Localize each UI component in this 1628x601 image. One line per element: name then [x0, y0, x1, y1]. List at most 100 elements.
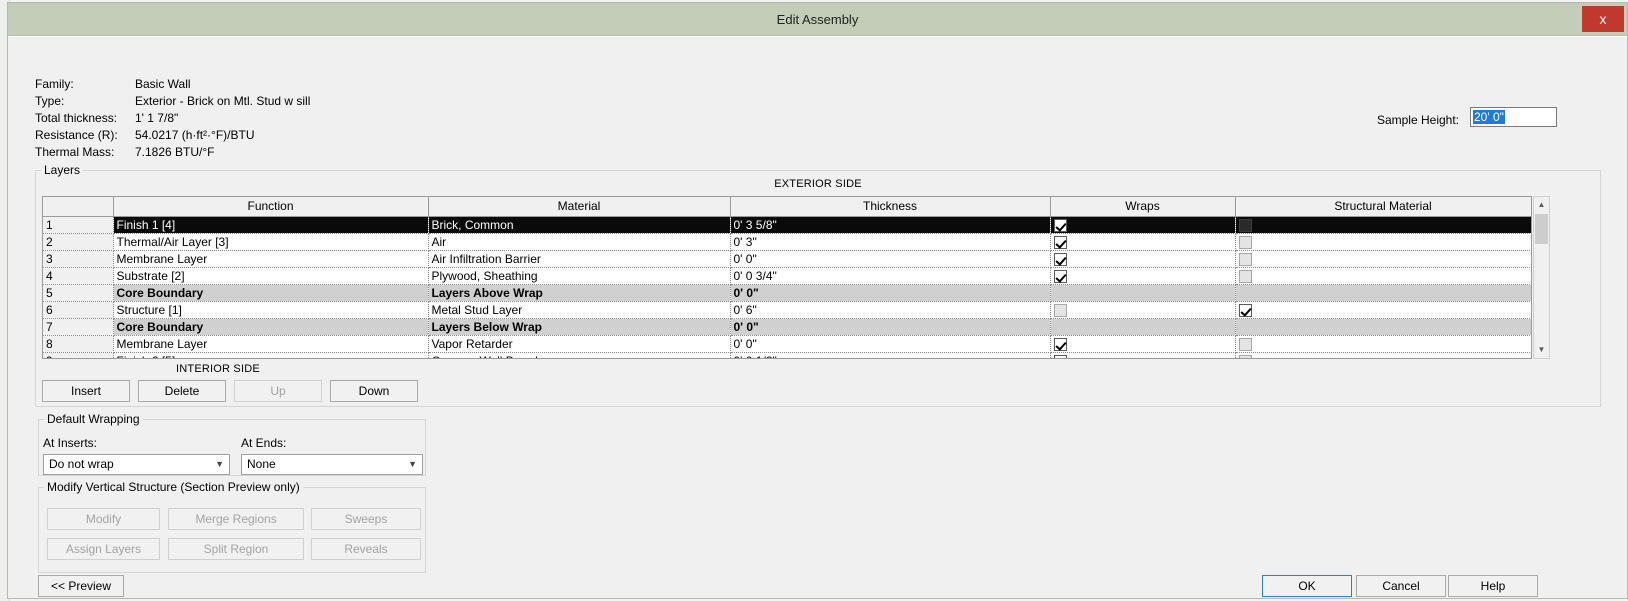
layer-wraps[interactable] [1050, 233, 1236, 251]
modify-vertical-structure-legend: Modify Vertical Structure (Section Previ… [44, 480, 303, 494]
property-value: 7.1826 BTU/°F [135, 145, 215, 159]
layer-structural-material-checkbox[interactable] [1238, 218, 1252, 232]
layer-thickness[interactable]: 0' 0" [730, 250, 1051, 268]
move-layer-down-button[interactable]: Down [330, 380, 418, 402]
layer-thickness[interactable]: 0' 3" [730, 233, 1051, 251]
table-row[interactable]: 7 Core Boundary Layers Below Wrap 0' 0" [43, 318, 1531, 336]
layer-wraps-checkbox[interactable] [1053, 252, 1067, 266]
layer-function[interactable]: Structure [1] [113, 301, 429, 319]
split-region-button[interactable]: Split Region [168, 538, 304, 560]
layer-thickness[interactable]: 0' 0" [730, 284, 1051, 302]
layers-group-legend: Layers [41, 163, 84, 177]
layer-wraps[interactable] [1050, 250, 1236, 268]
merge-regions-button[interactable]: Merge Regions [168, 508, 304, 530]
layer-material[interactable]: Air [428, 233, 731, 251]
layer-material[interactable]: Layers Above Wrap [428, 284, 731, 302]
chevron-down-icon: ▼ [408, 459, 417, 469]
layer-wraps[interactable] [1050, 267, 1236, 285]
layer-structural-material[interactable] [1235, 301, 1531, 319]
layer-index: 5 [43, 284, 114, 302]
table-row[interactable]: 4 Substrate [2] Plywood, Sheathing 0' 0 3/4… [43, 267, 1531, 285]
insert-layer-button[interactable]: Insert [42, 380, 130, 402]
dialog-titlebar[interactable]: Edit Assembly x [8, 3, 1627, 36]
column-header-function[interactable]: Function [113, 197, 429, 217]
close-icon[interactable]: x [1582, 6, 1624, 32]
layer-structural-material[interactable] [1235, 250, 1531, 268]
layer-structural-material-checkbox[interactable] [1238, 235, 1252, 249]
layer-thickness[interactable]: 0' 0" [730, 335, 1051, 353]
column-header-wraps[interactable]: Wraps [1050, 197, 1236, 217]
layer-thickness[interactable]: 0' 6" [730, 301, 1051, 319]
layers-table-scrollbar[interactable]: ▲ ▼ [1533, 196, 1550, 359]
table-row[interactable]: 3 Membrane Layer Air Infiltration Barrier 0… [43, 250, 1531, 268]
layer-wraps-checkbox[interactable] [1053, 269, 1067, 283]
layer-material[interactable]: Gypsum Wall Board [428, 352, 731, 358]
table-row[interactable]: 9Finish 2 [5]Gypsum Wall Board0' 0 1/2" [43, 352, 1531, 358]
layer-material[interactable]: Air Infiltration Barrier [428, 250, 731, 268]
layer-structural-material-checkbox[interactable] [1238, 269, 1252, 283]
layer-thickness[interactable]: 0' 0" [730, 318, 1051, 336]
scroll-up-icon[interactable]: ▲ [1534, 197, 1549, 213]
layer-thickness[interactable]: 0' 0 1/2" [730, 352, 1051, 358]
cancel-button[interactable]: Cancel [1356, 575, 1446, 597]
layer-structural-material-checkbox[interactable] [1238, 337, 1252, 351]
column-header-material[interactable]: Material [428, 197, 731, 217]
sweeps-button[interactable]: Sweeps [311, 508, 421, 530]
table-row[interactable]: 5 Core Boundary Layers Above Wrap 0' 0" [43, 284, 1531, 302]
delete-layer-button[interactable]: Delete [138, 380, 226, 402]
table-row[interactable]: 1 Finish 1 [4] Brick, Common 0' 3 5/8" [43, 216, 1531, 234]
scrollbar-thumb[interactable] [1535, 214, 1548, 244]
layer-structural-material[interactable] [1235, 216, 1531, 234]
layer-function[interactable]: Finish 1 [4] [113, 216, 429, 234]
layer-structural-material-checkbox[interactable] [1238, 354, 1252, 358]
layer-function[interactable]: Core Boundary [113, 318, 429, 336]
at-ends-select[interactable]: None ▼ [241, 454, 423, 475]
layer-wraps[interactable] [1050, 335, 1236, 353]
column-header-structural[interactable]: Structural Material [1235, 197, 1531, 217]
layer-function[interactable]: Core Boundary [113, 284, 429, 302]
layer-wraps-checkbox[interactable] [1053, 303, 1067, 317]
layer-structural-material-checkbox[interactable] [1238, 252, 1252, 266]
layer-wraps-checkbox[interactable] [1053, 354, 1067, 358]
modify-button[interactable]: Modify [47, 508, 160, 530]
layer-wraps-checkbox[interactable] [1053, 337, 1067, 351]
ok-button[interactable]: OK [1262, 575, 1352, 597]
layer-structural-material-checkbox[interactable] [1238, 303, 1252, 317]
layer-structural-material[interactable] [1235, 233, 1531, 251]
layer-structural-material[interactable] [1235, 335, 1531, 353]
layer-wraps-checkbox[interactable] [1053, 235, 1067, 249]
reveals-button[interactable]: Reveals [311, 538, 421, 560]
layers-table-body: 1 Finish 1 [4] Brick, Common 0' 3 5/8" 2 Ther… [43, 216, 1531, 358]
layer-wraps[interactable] [1050, 352, 1236, 358]
table-row[interactable]: 6 Structure [1] Metal Stud Layer 0' 6" [43, 301, 1531, 319]
layer-index: 2 [43, 233, 114, 251]
layer-function[interactable]: Substrate [2] [113, 267, 429, 285]
layer-material[interactable]: Metal Stud Layer [428, 301, 731, 319]
preview-toggle-button[interactable]: << Preview [38, 575, 124, 597]
scroll-down-icon[interactable]: ▼ [1534, 342, 1549, 358]
layer-function[interactable]: Membrane Layer [113, 250, 429, 268]
table-row[interactable]: 8 Membrane Layer Vapor Retarder 0' 0" [43, 335, 1531, 353]
layer-function[interactable]: Membrane Layer [113, 335, 429, 353]
move-layer-up-button[interactable]: Up [234, 380, 322, 402]
table-row[interactable]: 2 Thermal/Air Layer [3] Air 0' 3" [43, 233, 1531, 251]
layer-function[interactable]: Finish 2 [5] [113, 352, 429, 358]
layer-thickness[interactable]: 0' 0 3/4" [730, 267, 1051, 285]
layer-material[interactable]: Layers Below Wrap [428, 318, 731, 336]
sample-height-input[interactable]: 20' 0" [1470, 107, 1557, 127]
layer-material[interactable]: Vapor Retarder [428, 335, 731, 353]
layer-wraps[interactable] [1050, 216, 1236, 234]
layer-wraps-checkbox[interactable] [1053, 218, 1067, 232]
layer-function[interactable]: Thermal/Air Layer [3] [113, 233, 429, 251]
help-button[interactable]: Help [1448, 575, 1538, 597]
layer-structural-material[interactable] [1235, 352, 1531, 358]
layer-structural-material[interactable] [1235, 267, 1531, 285]
layer-thickness[interactable]: 0' 3 5/8" [730, 216, 1051, 234]
at-inserts-select[interactable]: Do not wrap ▼ [43, 454, 230, 475]
layer-material[interactable]: Brick, Common [428, 216, 731, 234]
layer-material[interactable]: Plywood, Sheathing [428, 267, 731, 285]
column-header-index[interactable] [43, 197, 114, 217]
layer-wraps[interactable] [1050, 301, 1236, 319]
column-header-thickness[interactable]: Thickness [730, 197, 1051, 217]
assign-layers-button[interactable]: Assign Layers [47, 538, 160, 560]
